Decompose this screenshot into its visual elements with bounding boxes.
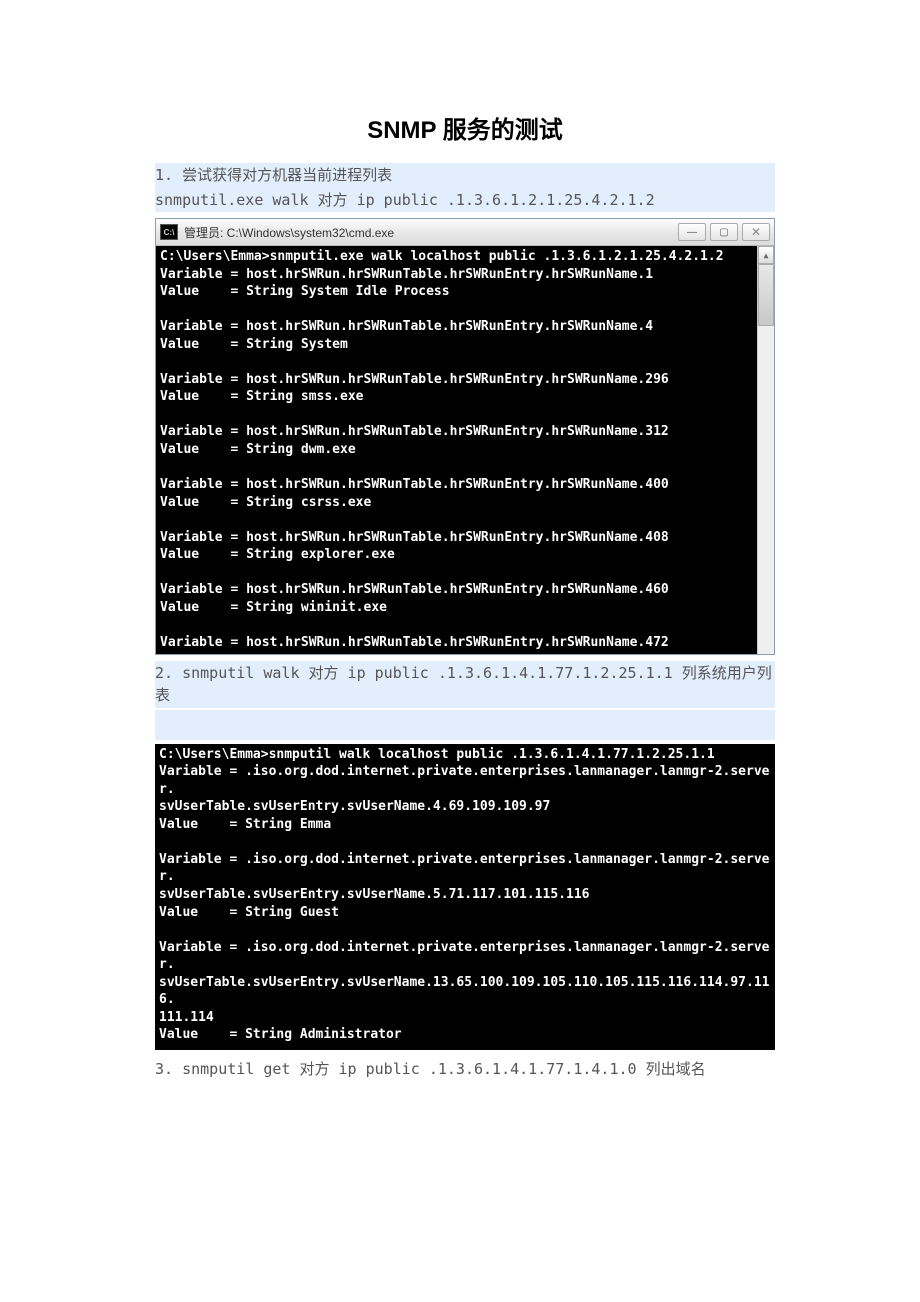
cmd-window-title: 管理员: C:\Windows\system32\cmd.exe: [184, 224, 678, 241]
scrollbar[interactable]: ▲: [757, 246, 774, 654]
section-1-heading: 1. 尝试获得对方机器当前进程列表: [155, 163, 775, 188]
cmd-output-area: C:\Users\Emma>snmputil.exe walk localhos…: [156, 246, 774, 654]
maximize-button[interactable]: ▢: [710, 223, 738, 241]
cmd-icon: C:\: [160, 224, 178, 240]
document-page: SNMP 服务的测试 1. 尝试获得对方机器当前进程列表 snmputil.ex…: [0, 0, 920, 1120]
window-buttons: — ▢ ✕: [678, 223, 770, 241]
scroll-thumb[interactable]: [758, 264, 774, 326]
cmd-output-2: C:\Users\Emma>snmputil walk localhost pu…: [159, 746, 771, 1044]
scroll-up-icon[interactable]: ▲: [758, 246, 774, 264]
cmd-window-1: C:\ 管理员: C:\Windows\system32\cmd.exe — ▢…: [155, 218, 775, 655]
section-1-command: snmputil.exe walk 对方 ip public .1.3.6.1.…: [155, 188, 775, 213]
cmd-titlebar[interactable]: C:\ 管理员: C:\Windows\system32\cmd.exe — ▢…: [156, 219, 774, 246]
highlight-spacer: [155, 710, 775, 740]
section-3-text: 3. snmputil get 对方 ip public .1.3.6.1.4.…: [155, 1058, 775, 1081]
cmd-block-2: C:\Users\Emma>snmputil walk localhost pu…: [155, 744, 775, 1050]
page-title: SNMP 服务的测试: [155, 110, 775, 145]
minimize-button[interactable]: —: [678, 223, 706, 241]
close-button[interactable]: ✕: [742, 223, 770, 241]
section-2-text: 2. snmputil walk 对方 ip public .1.3.6.1.4…: [155, 661, 775, 708]
cmd-output-1: C:\Users\Emma>snmputil.exe walk localhos…: [160, 248, 754, 652]
